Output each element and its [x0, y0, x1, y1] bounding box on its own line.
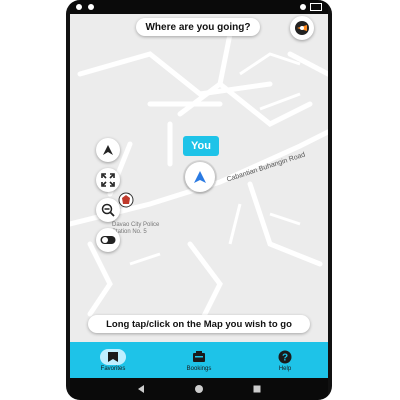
menu-icon [295, 21, 309, 35]
tab-help[interactable]: ? Help [255, 349, 315, 372]
bookings-icon [193, 350, 205, 362]
battery-icon [310, 3, 322, 11]
navigation-arrow-icon [103, 145, 113, 155]
navigation-arrow-icon [194, 171, 206, 183]
police-station-marker[interactable] [118, 192, 134, 208]
back-icon[interactable] [136, 384, 146, 394]
app-screen: Cabantian Buhangin Road Davao City Polic… [70, 0, 328, 400]
you-label: You [183, 136, 219, 156]
tab-bookings[interactable]: Bookings [169, 349, 229, 372]
zoom-out-icon [101, 203, 115, 217]
map-hint: Long tap/click on the Map you wish to go [88, 315, 310, 333]
home-icon[interactable] [194, 384, 204, 394]
bottom-navigation: Favorites Bookings ? Help [70, 342, 328, 378]
police-icon [118, 192, 134, 208]
recents-icon[interactable] [252, 384, 262, 394]
tab-favorites[interactable]: Favorites [83, 348, 143, 372]
tab-bookings-label: Bookings [186, 365, 212, 372]
zoom-out-button[interactable] [96, 198, 120, 222]
current-location-marker [185, 162, 215, 192]
destination-search[interactable]: Where are you going? [136, 18, 260, 36]
svg-text:?: ? [282, 352, 288, 363]
fullscreen-button[interactable] [96, 168, 120, 192]
menu-button[interactable] [290, 16, 314, 40]
tab-favorites-label: Favorites [100, 365, 126, 372]
notification-icon [76, 4, 82, 10]
toggle-icon [100, 236, 116, 244]
tab-help-label: Help [278, 365, 292, 372]
phone-frame: Cabantian Buhangin Road Davao City Polic… [66, 0, 332, 400]
toggle-button[interactable] [96, 228, 120, 252]
help-icon: ? [278, 350, 292, 363]
recenter-button[interactable] [96, 138, 120, 162]
favorite-icon [108, 351, 118, 362]
notification-icon [88, 4, 94, 10]
place-label: Davao City Police Station No. 5 [112, 222, 160, 235]
wifi-icon [300, 4, 306, 10]
status-bar [70, 0, 328, 14]
system-navigation-bar [70, 378, 328, 400]
fullscreen-icon [101, 173, 115, 187]
